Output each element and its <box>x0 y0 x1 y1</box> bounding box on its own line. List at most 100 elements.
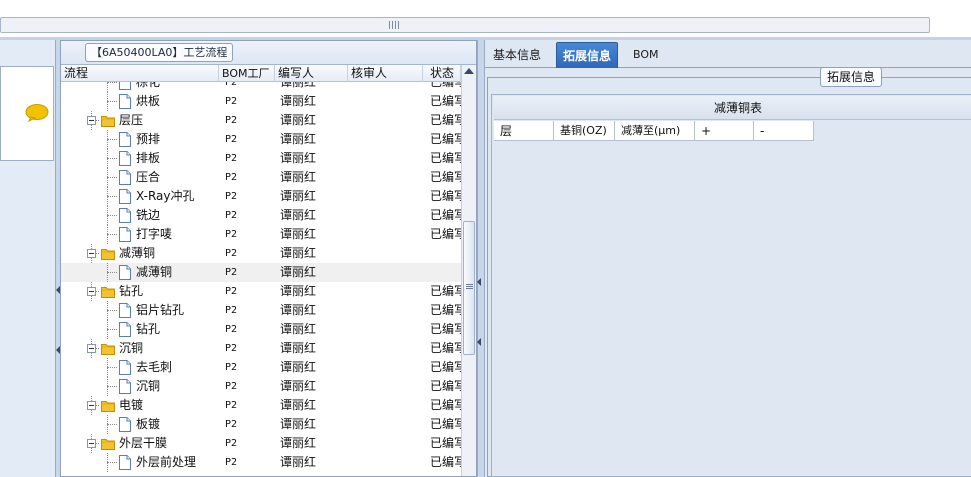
tree-row[interactable]: 沉铜 P2 谭丽红 已编写 <box>61 377 461 396</box>
tree-connector <box>107 320 108 339</box>
collapse-toggle-icon[interactable] <box>87 249 96 258</box>
tree-node-label[interactable]: 预排 <box>136 130 160 149</box>
document-icon <box>119 170 131 185</box>
grid-column-base-copper[interactable]: 基铜(OZ) <box>554 121 615 141</box>
tree-row[interactable]: 铣边 P2 谭丽红 已编写 <box>61 206 461 225</box>
tree-row[interactable]: X-Ray冲孔 P2 谭丽红 已编写 <box>61 187 461 206</box>
column-header-writer[interactable]: 编写人 <box>275 65 348 82</box>
reviewer-cell <box>350 263 424 282</box>
tree-row[interactable]: 去毛刺 P2 谭丽红 已编写 <box>61 358 461 377</box>
tree-connector <box>107 377 108 396</box>
tree-connector <box>107 149 108 168</box>
horizontal-scrollbar[interactable] <box>0 17 930 33</box>
grid-column-minus[interactable]: - <box>754 121 814 141</box>
writer-cell: 谭丽红 <box>280 151 317 165</box>
thinning-copper-grid[interactable]: 减薄铜表 层 基铜(OZ) 减薄至(μm) + - <box>491 94 971 477</box>
tab-extended-info[interactable]: 拓展信息 <box>556 42 619 68</box>
collapse-toggle-icon[interactable] <box>87 116 96 125</box>
scroll-up-arrow-icon[interactable] <box>464 68 474 74</box>
scrollbar-grip-icon[interactable] <box>389 21 399 29</box>
tree-node-label[interactable]: 电镀 <box>119 396 143 415</box>
document-icon <box>119 132 131 147</box>
tree-node-label[interactable]: 沉铜 <box>119 339 143 358</box>
tree-connector <box>107 187 108 206</box>
reviewer-cell <box>350 225 424 244</box>
collapse-right-icon[interactable] <box>477 278 481 286</box>
tree-node-label[interactable]: 压合 <box>136 168 160 187</box>
tree-row[interactable]: 棕化 P2 谭丽红 已编写 <box>61 82 461 92</box>
tree-row[interactable]: 减薄铜 P2 谭丽红 <box>61 263 461 282</box>
tree-node-label[interactable]: 钻孔 <box>119 282 143 301</box>
tree-connector <box>107 367 117 368</box>
tree-node-label[interactable]: 外层干膜 <box>119 434 167 453</box>
tree-node-label[interactable]: 减薄铜 <box>136 263 172 282</box>
tree-row[interactable]: 烘板 P2 谭丽红 已编写 <box>61 92 461 111</box>
left-list-area[interactable] <box>0 66 54 161</box>
tree-row[interactable]: 钻孔 P2 谭丽红 已编写 <box>61 320 461 339</box>
column-header-bom-factory[interactable]: BOM工厂 <box>219 65 275 82</box>
collapse-toggle-icon[interactable] <box>87 344 96 353</box>
tree-row[interactable]: 层压 P2 谭丽红 已编写 <box>61 111 461 130</box>
vertical-scrollbar[interactable] <box>461 65 476 476</box>
chat-bubble-icon[interactable] <box>25 104 49 122</box>
column-header-status[interactable]: 状态 <box>423 65 461 82</box>
writer-cell: 谭丽红 <box>280 303 317 317</box>
tree-node-label[interactable]: 层压 <box>119 111 143 130</box>
tree-node-label[interactable]: 铝片钻孔 <box>136 301 184 320</box>
folder-icon <box>101 401 115 412</box>
status-cell <box>430 263 461 282</box>
document-icon <box>119 208 131 223</box>
tree-node-label[interactable]: 外层前处理 <box>136 453 196 472</box>
extended-info-title: 拓展信息 <box>820 67 883 87</box>
bom-factory-cell: P2 <box>225 153 238 164</box>
bom-factory-cell: P2 <box>225 400 238 411</box>
tree-row[interactable]: 压合 P2 谭丽红 已编写 <box>61 168 461 187</box>
tree-row[interactable]: 打字唛 P2 谭丽红 已编写 <box>61 225 461 244</box>
tree-node-label[interactable]: 铣边 <box>136 206 160 225</box>
column-header-reviewer[interactable]: 核审人 <box>348 65 423 82</box>
tree-node-label[interactable]: 钻孔 <box>136 320 160 339</box>
collapse-right-icon[interactable] <box>477 338 481 346</box>
tree-row[interactable]: 外层前处理 P2 谭丽红 已编写 <box>61 453 461 472</box>
writer-cell: 谭丽红 <box>280 170 317 184</box>
tree-row[interactable]: 预排 P2 谭丽红 已编写 <box>61 130 461 149</box>
status-cell: 已编写 <box>430 208 461 222</box>
collapse-toggle-icon[interactable] <box>87 287 96 296</box>
document-icon <box>119 94 131 109</box>
tree-node-label[interactable]: 打字唛 <box>136 225 172 244</box>
reviewer-cell <box>350 358 424 377</box>
grid-column-layer[interactable]: 层 <box>494 121 554 141</box>
tree-node-label[interactable]: 减薄铜 <box>119 244 155 263</box>
bom-factory-cell: P2 <box>225 267 238 278</box>
tree-node-label[interactable]: X-Ray冲孔 <box>136 187 194 206</box>
tree-row[interactable]: 钻孔 P2 谭丽红 已编写 <box>61 282 461 301</box>
tree-node-label[interactable]: 烘板 <box>136 92 160 111</box>
scrollbar-thumb[interactable] <box>463 221 475 355</box>
document-icon <box>119 189 131 204</box>
grid-column-plus[interactable]: + <box>695 121 754 141</box>
right-splitter[interactable] <box>477 40 485 477</box>
tree-row[interactable]: 电镀 P2 谭丽红 已编写 <box>61 396 461 415</box>
tree-row[interactable]: 沉铜 P2 谭丽红 已编写 <box>61 339 461 358</box>
tab-bom[interactable]: BOM <box>627 42 665 68</box>
tree-row[interactable]: 铝片钻孔 P2 谭丽红 已编写 <box>61 301 461 320</box>
collapse-toggle-icon[interactable] <box>87 439 96 448</box>
tree-row[interactable]: 减薄铜 P2 谭丽红 <box>61 244 461 263</box>
tree-row[interactable]: 外层干膜 P2 谭丽红 已编写 <box>61 434 461 453</box>
tree-node-label[interactable]: 排板 <box>136 149 160 168</box>
collapse-toggle-icon[interactable] <box>87 401 96 410</box>
status-cell: 已编写 <box>430 341 461 355</box>
tree-row[interactable]: 板镀 P2 谭丽红 已编写 <box>61 415 461 434</box>
status-cell: 已编写 <box>430 94 461 108</box>
column-header-flow[interactable]: 流程 <box>61 65 219 82</box>
tree-node-label[interactable]: 沉铜 <box>136 377 160 396</box>
tree-node-label[interactable]: 去毛刺 <box>136 358 172 377</box>
writer-cell: 谭丽红 <box>280 341 317 355</box>
tree-node-label[interactable]: 棕化 <box>136 82 160 92</box>
grid-column-thin-to[interactable]: 减薄至(μm) <box>615 121 695 141</box>
tree-row[interactable]: 排板 P2 谭丽红 已编写 <box>61 149 461 168</box>
tree-node-label[interactable]: 板镀 <box>136 415 160 434</box>
status-cell: 已编写 <box>430 436 461 450</box>
tree-body[interactable]: 棕化 P2 谭丽红 已编写 烘板 P2 谭丽红 已编写 层压 P2 谭丽红 已编写 预排 P2 谭丽红 已编写… <box>61 82 461 477</box>
tab-basic-info[interactable]: 基本信息 <box>487 42 547 68</box>
